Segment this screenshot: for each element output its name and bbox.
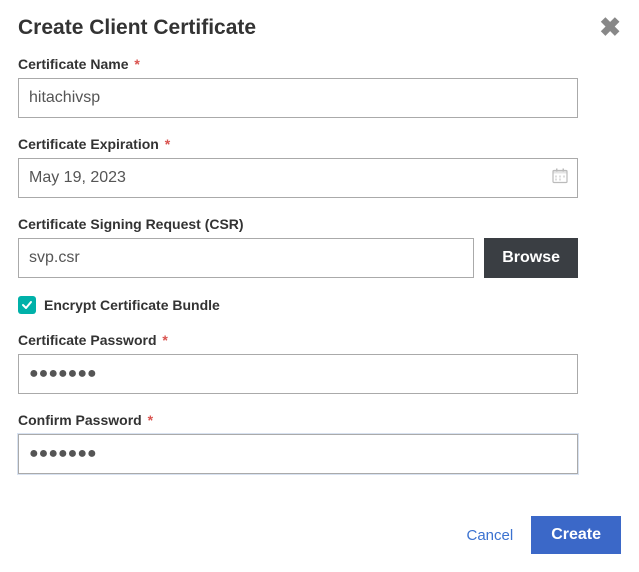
required-marker: * bbox=[148, 412, 153, 428]
confirm-password-input[interactable] bbox=[18, 434, 578, 474]
cert-password-input[interactable] bbox=[18, 354, 578, 394]
dialog-title: Create Client Certificate bbox=[18, 16, 256, 40]
required-marker: * bbox=[134, 56, 139, 72]
browse-button[interactable]: Browse bbox=[484, 238, 578, 278]
cancel-button[interactable]: Cancel bbox=[466, 527, 513, 544]
cert-name-input[interactable] bbox=[18, 78, 578, 118]
cert-expiration-label: Certificate Expiration * bbox=[18, 136, 621, 152]
cert-name-label-text: Certificate Name bbox=[18, 56, 129, 72]
confirm-password-label: Confirm Password * bbox=[18, 412, 621, 428]
encrypt-checkbox[interactable] bbox=[18, 296, 36, 314]
confirm-password-label-text: Confirm Password bbox=[18, 412, 142, 428]
cert-name-label: Certificate Name * bbox=[18, 56, 621, 72]
cert-password-label-text: Certificate Password bbox=[18, 332, 157, 348]
close-icon[interactable]: ✖ bbox=[599, 14, 621, 40]
required-marker: * bbox=[162, 332, 167, 348]
cert-password-label: Certificate Password * bbox=[18, 332, 621, 348]
csr-label: Certificate Signing Request (CSR) bbox=[18, 216, 621, 232]
cert-expiration-input[interactable] bbox=[18, 158, 578, 198]
required-marker: * bbox=[165, 136, 170, 152]
cert-expiration-label-text: Certificate Expiration bbox=[18, 136, 159, 152]
csr-input[interactable] bbox=[18, 238, 474, 278]
encrypt-label: Encrypt Certificate Bundle bbox=[44, 297, 220, 313]
create-button[interactable]: Create bbox=[531, 516, 621, 554]
